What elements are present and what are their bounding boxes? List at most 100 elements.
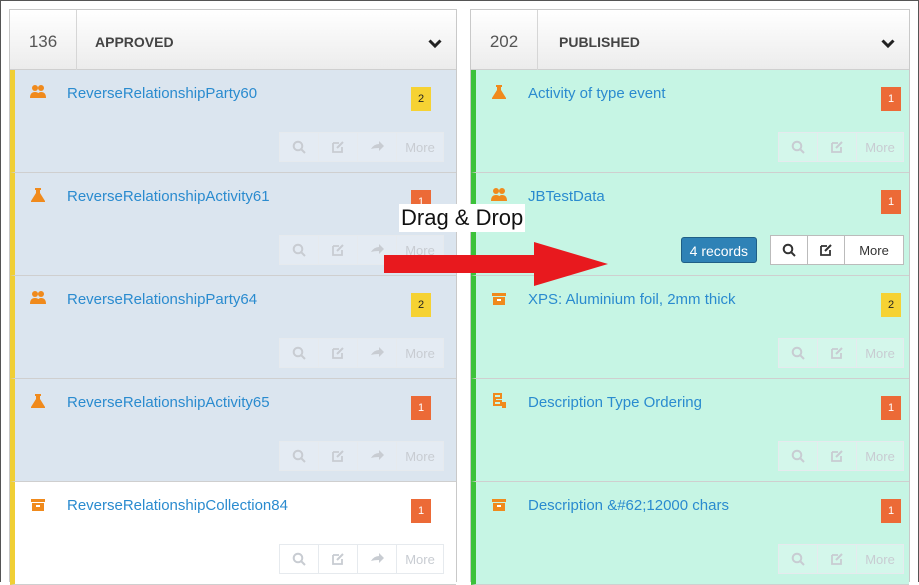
activity-icon xyxy=(31,394,45,408)
column-count: 202 xyxy=(471,10,538,70)
edit-icon xyxy=(831,450,843,462)
view-button[interactable] xyxy=(279,544,319,574)
view-button[interactable] xyxy=(778,441,818,471)
records-badge: 4 records xyxy=(680,237,757,263)
chevron-down-icon[interactable] xyxy=(881,39,895,49)
card-title[interactable]: ReverseRelationshipActivity61 xyxy=(67,188,270,205)
party-icon xyxy=(30,291,46,304)
card-title[interactable]: Activity of type event xyxy=(528,85,666,102)
column-published: 202 PUBLISHED Activity of type event 1 M… xyxy=(470,9,910,585)
count-badge: 2 xyxy=(411,293,431,317)
party-icon xyxy=(30,85,46,98)
card-actions: More xyxy=(279,132,444,162)
edit-button[interactable] xyxy=(318,235,358,265)
view-button[interactable] xyxy=(770,235,808,265)
edit-icon xyxy=(831,553,843,565)
search-icon xyxy=(782,243,796,257)
search-icon xyxy=(292,449,306,463)
move-button[interactable] xyxy=(357,441,397,471)
card-xps-aluminium-foil[interactable]: XPS: Aluminium foil, 2mm thick 2 More xyxy=(471,276,909,379)
drag-arrow-icon xyxy=(384,242,608,286)
collection-icon xyxy=(492,499,506,511)
more-button[interactable]: More xyxy=(856,132,904,162)
arrow-right-icon xyxy=(371,141,384,151)
move-button[interactable] xyxy=(357,132,397,162)
count-badge: 2 xyxy=(411,87,431,111)
column-title: PUBLISHED xyxy=(559,34,640,50)
view-button[interactable] xyxy=(778,132,818,162)
edit-button[interactable] xyxy=(817,441,857,471)
card-title[interactable]: ReverseRelationshipParty64 xyxy=(67,291,257,308)
card-title[interactable]: ReverseRelationshipCollection84 xyxy=(67,497,288,514)
arrow-right-icon xyxy=(371,244,384,254)
edit-icon xyxy=(332,347,344,359)
edit-button[interactable] xyxy=(817,132,857,162)
arrow-right-icon xyxy=(371,450,384,460)
edit-button[interactable] xyxy=(817,544,857,574)
card-reverserelationshipactivity65[interactable]: ReverseRelationshipActivity65 1 More xyxy=(10,379,456,482)
edit-icon xyxy=(332,244,344,256)
card-actions: More xyxy=(778,132,904,162)
card-title[interactable]: Description Type Ordering xyxy=(528,394,702,411)
edit-button[interactable] xyxy=(817,338,857,368)
view-button[interactable] xyxy=(279,132,319,162)
search-icon xyxy=(791,140,805,154)
column-header-published[interactable]: 202 PUBLISHED xyxy=(471,10,909,70)
view-button[interactable] xyxy=(778,544,818,574)
edit-icon xyxy=(332,141,344,153)
card-actions: More xyxy=(778,338,904,368)
more-button[interactable]: More xyxy=(844,235,904,265)
chevron-down-icon[interactable] xyxy=(428,39,442,49)
card-reverserelationshipparty64[interactable]: ReverseRelationshipParty64 2 More xyxy=(10,276,456,379)
party-icon xyxy=(491,188,507,201)
card-description-type-ordering[interactable]: Description Type Ordering 1 More xyxy=(471,379,909,482)
edit-icon xyxy=(820,244,832,256)
edit-button[interactable] xyxy=(318,338,358,368)
edit-button[interactable] xyxy=(318,544,358,574)
column-header-approved[interactable]: 136 APPROVED xyxy=(10,10,456,70)
card-activity-of-type-event[interactable]: Activity of type event 1 More xyxy=(471,70,909,173)
view-button[interactable] xyxy=(279,338,319,368)
more-button[interactable]: More xyxy=(856,441,904,471)
view-button[interactable] xyxy=(778,338,818,368)
edit-button[interactable] xyxy=(318,132,358,162)
more-button[interactable]: More xyxy=(396,338,444,368)
more-button[interactable]: More xyxy=(856,338,904,368)
card-title[interactable]: XPS: Aluminium foil, 2mm thick xyxy=(528,291,736,308)
activity-icon xyxy=(31,188,45,202)
card-title[interactable]: ReverseRelationshipActivity65 xyxy=(67,394,270,411)
card-actions: More xyxy=(778,441,904,471)
count-badge: 1 xyxy=(881,87,901,111)
card-reverserelationshipparty60[interactable]: ReverseRelationshipParty60 2 More xyxy=(10,70,456,173)
more-button[interactable]: More xyxy=(396,132,444,162)
edit-button[interactable] xyxy=(807,235,845,265)
card-title[interactable]: JBTestData xyxy=(528,188,605,205)
more-button[interactable]: More xyxy=(396,441,444,471)
arrow-right-icon xyxy=(371,553,384,563)
more-button[interactable]: More xyxy=(396,544,444,574)
move-button[interactable] xyxy=(357,338,397,368)
search-icon xyxy=(292,243,306,257)
card-reverserelationshipcollection84[interactable]: ReverseRelationshipCollection84 1 More xyxy=(10,482,456,585)
card-actions: More xyxy=(778,544,904,574)
more-button[interactable]: More xyxy=(856,544,904,574)
card-title[interactable]: ReverseRelationshipParty60 xyxy=(67,85,257,102)
move-button[interactable] xyxy=(357,544,397,574)
activity-icon xyxy=(492,85,506,99)
view-button[interactable] xyxy=(279,235,319,265)
collection-icon xyxy=(31,499,45,511)
card-actions: 4 records More xyxy=(680,235,904,265)
column-title: APPROVED xyxy=(95,34,174,50)
card-description-12000-chars[interactable]: Description &#62;12000 chars 1 More xyxy=(471,482,909,585)
count-badge: 1 xyxy=(881,396,901,420)
search-icon xyxy=(791,449,805,463)
view-button[interactable] xyxy=(279,441,319,471)
edit-icon xyxy=(831,347,843,359)
count-badge: 2 xyxy=(881,293,901,317)
collection-icon xyxy=(492,293,506,305)
card-actions: More xyxy=(279,441,444,471)
edit-button[interactable] xyxy=(318,441,358,471)
card-actions: More xyxy=(279,338,444,368)
card-title[interactable]: Description &#62;12000 chars xyxy=(528,497,729,514)
search-icon xyxy=(292,552,306,566)
